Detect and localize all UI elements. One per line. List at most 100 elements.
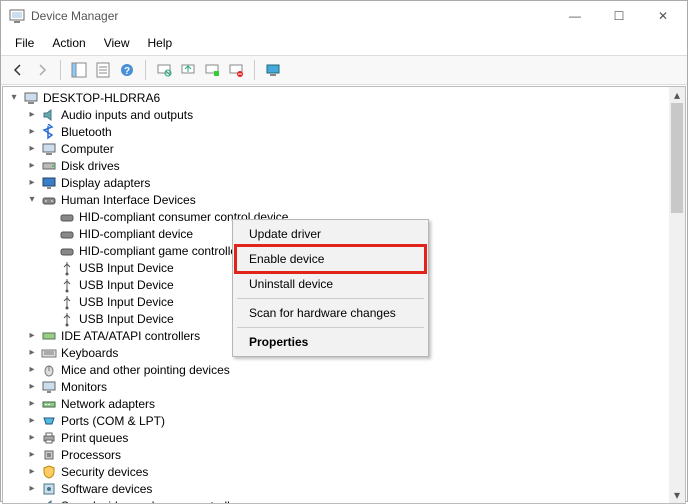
menu-action[interactable]: Action	[44, 33, 93, 53]
scrollbar-thumb[interactable]	[671, 103, 683, 213]
menubar: File Action View Help	[1, 31, 687, 56]
category-label: Mice and other pointing devices	[61, 363, 230, 377]
help-button[interactable]: ?	[116, 59, 138, 81]
category-label: Monitors	[61, 380, 107, 394]
category-hid[interactable]: ▾ Human Interface Devices	[3, 191, 669, 208]
device-label: USB Input Device	[79, 312, 174, 326]
chevron-right-icon[interactable]: ▸	[25, 329, 39, 343]
chevron-right-icon[interactable]: ▸	[25, 482, 39, 496]
svg-text:?: ?	[124, 66, 130, 77]
maximize-button[interactable]: ☐	[597, 2, 641, 30]
category-label: Disk drives	[61, 159, 120, 173]
cpu-icon	[41, 447, 57, 463]
category-bluetooth[interactable]: ▸Bluetooth	[3, 123, 669, 140]
chevron-right-icon[interactable]: ▸	[25, 159, 39, 173]
category-security[interactable]: ▸Security devices	[3, 463, 669, 480]
scan-hardware-button[interactable]	[153, 59, 175, 81]
chevron-right-icon[interactable]: ▸	[25, 108, 39, 122]
category-display[interactable]: ▸Display adapters	[3, 174, 669, 191]
category-software[interactable]: ▸ Software devices	[3, 480, 669, 497]
category-label: IDE ATA/ATAPI controllers	[61, 329, 200, 343]
context-update-driver[interactable]: Update driver	[235, 223, 426, 245]
ide-icon	[41, 328, 57, 344]
monitor-icon	[41, 175, 57, 191]
category-label: Computer	[61, 142, 114, 156]
category-label: Software devices	[61, 482, 152, 496]
menu-file[interactable]: File	[7, 33, 42, 53]
toolbar-separator	[145, 60, 146, 80]
hid-icon	[41, 192, 57, 208]
back-button[interactable]	[7, 59, 29, 81]
bluetooth-icon	[41, 124, 57, 140]
chevron-right-icon[interactable]: ▸	[25, 465, 39, 479]
category-label: Processors	[61, 448, 121, 462]
chevron-right-icon[interactable]: ▸	[25, 431, 39, 445]
context-uninstall-device[interactable]: Uninstall device	[235, 273, 426, 295]
minimize-button[interactable]: —	[553, 2, 597, 30]
menu-view[interactable]: View	[96, 33, 138, 53]
scrollbar-track[interactable]	[669, 103, 685, 487]
context-separator	[237, 298, 424, 299]
device-label: USB Input Device	[79, 261, 174, 275]
update-driver-button[interactable]	[177, 59, 199, 81]
enable-device-button[interactable]	[201, 59, 223, 81]
category-ports[interactable]: ▸ Ports (COM & LPT)	[3, 412, 669, 429]
category-mice[interactable]: ▸ Mice and other pointing devices	[3, 361, 669, 378]
speaker-icon	[41, 498, 57, 504]
tree-root-label: DESKTOP-HLDRRA6	[43, 91, 160, 105]
category-computer[interactable]: ▸ Computer	[3, 140, 669, 157]
remote-computer-button[interactable]	[262, 59, 284, 81]
chevron-right-icon[interactable]: ▸	[25, 414, 39, 428]
chevron-right-icon[interactable]: ▸	[25, 397, 39, 411]
category-audio[interactable]: ▸Audio inputs and outputs	[3, 106, 669, 123]
scroll-down-button[interactable]: ▾	[669, 487, 685, 503]
chevron-right-icon[interactable]: ▸	[25, 142, 39, 156]
chevron-right-icon[interactable]: ▸	[25, 448, 39, 462]
usb-icon	[59, 294, 75, 310]
uninstall-device-button[interactable]	[225, 59, 247, 81]
chevron-right-icon[interactable]: ▸	[25, 363, 39, 377]
category-label: Human Interface Devices	[61, 193, 196, 207]
category-network[interactable]: ▸ Network adapters	[3, 395, 669, 412]
category-label: Network adapters	[61, 397, 155, 411]
chevron-right-icon[interactable]: ▸	[25, 176, 39, 190]
usb-icon	[59, 277, 75, 293]
device-label: HID-compliant device	[79, 227, 193, 241]
vertical-scrollbar[interactable]: ▴ ▾	[669, 87, 685, 503]
chevron-right-icon[interactable]: ▸	[25, 346, 39, 360]
chevron-down-icon[interactable]: ▾	[7, 91, 21, 105]
category-monitors[interactable]: ▸ Monitors	[3, 378, 669, 395]
device-label: USB Input Device	[79, 295, 174, 309]
hid-icon	[59, 209, 75, 225]
computer-icon	[23, 90, 39, 106]
keyboard-icon	[41, 345, 57, 361]
hid-icon	[59, 226, 75, 242]
chevron-right-icon[interactable]: ▸	[25, 499, 39, 504]
chevron-right-icon[interactable]: ▸	[25, 380, 39, 394]
category-disk[interactable]: ▸ Disk drives	[3, 157, 669, 174]
titlebar: Device Manager — ☐ ✕	[1, 1, 687, 31]
context-properties[interactable]: Properties	[235, 331, 426, 353]
category-processors[interactable]: ▸ Processors	[3, 446, 669, 463]
tree-root[interactable]: ▾ DESKTOP-HLDRRA6	[3, 89, 669, 106]
device-label: USB Input Device	[79, 278, 174, 292]
context-enable-device[interactable]: Enable device	[237, 248, 424, 270]
scroll-up-button[interactable]: ▴	[669, 87, 685, 103]
show-hide-tree-button[interactable]	[68, 59, 90, 81]
context-separator	[237, 327, 424, 328]
printer-icon	[41, 430, 57, 446]
category-print[interactable]: ▸Print queues	[3, 429, 669, 446]
toolbar-separator	[60, 60, 61, 80]
usb-icon	[59, 311, 75, 327]
close-button[interactable]: ✕	[641, 2, 685, 30]
forward-button[interactable]	[31, 59, 53, 81]
context-scan-hardware[interactable]: Scan for hardware changes	[235, 302, 426, 324]
category-label: Ports (COM & LPT)	[61, 414, 165, 428]
properties-button[interactable]	[92, 59, 114, 81]
hid-icon	[59, 243, 75, 259]
chevron-right-icon[interactable]: ▸	[25, 125, 39, 139]
category-sound[interactable]: ▸Sound, video and game controllers	[3, 497, 669, 503]
menu-help[interactable]: Help	[140, 33, 181, 53]
software-icon	[41, 481, 57, 497]
chevron-down-icon[interactable]: ▾	[25, 193, 39, 207]
